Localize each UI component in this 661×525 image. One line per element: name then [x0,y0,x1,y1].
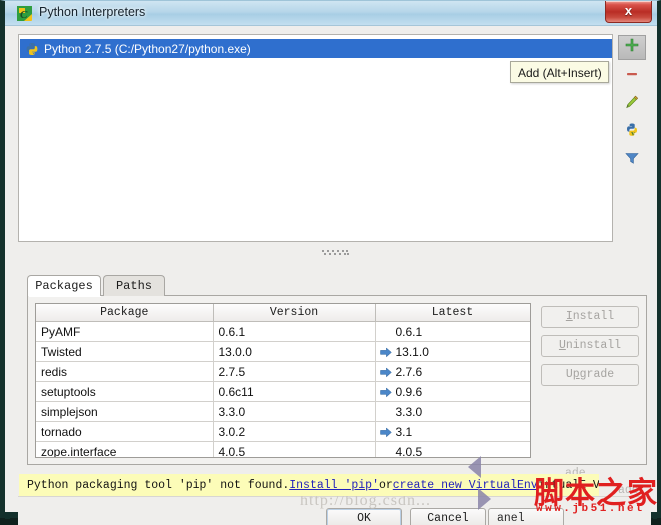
cell-package: zope.interface [36,442,213,459]
dialog-button-bar: OK Cancel anel [18,496,651,525]
install-button[interactable]: Install [541,306,639,328]
table-row[interactable]: redis2.7.5 2.7.6 [36,362,530,382]
cell-latest: 3.3.0 [375,402,530,422]
cancel-button[interactable]: Cancel [410,508,486,525]
upgrade-label-rest: grade [580,368,615,381]
table-row[interactable]: Twisted13.0.0 13.1.0 [36,342,530,362]
uninstall-label-rest: ninstall [566,339,621,352]
upgrade-button[interactable]: Upgrade [541,364,639,386]
table-row[interactable]: zope.interface4.0.54.0.5 [36,442,530,459]
upgrade-label-pre: U [566,368,573,381]
cell-latest: 4.0.5 [375,442,530,459]
cell-version: 0.6c11 [213,382,375,402]
python-icon [25,42,39,56]
list-item[interactable]: Python 2.7.5 (C:/Python27/python.exe) [20,39,613,58]
upgrade-arrow-icon [380,387,392,398]
latest-version-label: 0.6.1 [396,325,423,339]
packages-table-body: PyAMF0.6.10.6.1Twisted13.0.013.1.0redis2… [36,322,530,459]
cell-latest: 0.6.1 [375,322,530,342]
table-row[interactable]: simplejson3.3.03.3.0 [36,402,530,422]
table-row[interactable]: tornado3.0.2 3.1 [36,422,530,442]
create-virtualenv-button[interactable]: v [618,120,646,145]
ok-button[interactable]: OK [326,508,402,525]
cell-version: 13.0.0 [213,342,375,362]
uninstall-mnemonic: U [559,339,566,352]
svg-text:v: v [631,130,635,138]
minus-icon [624,66,640,87]
title-bar[interactable]: C Python Interpreters x [5,1,657,26]
warning-artifact-tail: irtualE VirtualE [538,479,599,492]
plus-icon [624,37,640,58]
tab-paths[interactable]: Paths [103,275,165,296]
cell-package: redis [36,362,213,382]
tab-strip: Packages Paths [27,275,647,296]
funnel-icon [624,150,640,171]
splitter[interactable] [18,246,651,258]
latest-version-label: 3.1 [396,425,413,439]
cell-latest: 0.9.6 [375,382,530,402]
upgrade-arrow-icon [380,367,392,378]
pencil-icon [624,94,640,115]
add-interpreter-button[interactable] [618,35,646,60]
cell-package: Twisted [36,342,213,362]
warning-middle: or [379,479,393,492]
cell-package: setuptools [36,382,213,402]
latest-version-label: 3.3.0 [396,405,423,419]
cell-package: tornado [36,422,213,442]
warning-message: Python packaging tool 'pip' not found. [27,479,289,492]
window-title: Python Interpreters [39,5,145,19]
cell-version: 2.7.5 [213,362,375,382]
column-header-latest[interactable]: Latest [375,304,530,322]
cell-version: 3.3.0 [213,402,375,422]
latest-version-label: 2.7.6 [396,365,423,379]
cell-version: 3.0.2 [213,422,375,442]
svg-text:C: C [20,9,28,21]
column-header-package[interactable]: Package [36,304,213,322]
cell-package: PyAMF [36,322,213,342]
table-row[interactable]: setuptools0.6c11 0.9.6 [36,382,530,402]
uninstall-button[interactable]: Uninstall [541,335,639,357]
cell-package: simplejson [36,402,213,422]
dialog-body: Python 2.7.5 (C:/Python27/python.exe) [5,26,657,512]
column-header-version[interactable]: Version [213,304,375,322]
cancel-button-artifact[interactable]: anel [488,508,564,525]
cell-latest: 2.7.6 [375,362,530,382]
screenshot-root: C Python Interpreters x Python 2.7.5 (C:… [0,0,661,525]
packages-table-container[interactable]: Package Version Latest PyAMF0.6.10.6.1Tw… [35,303,531,458]
edit-interpreter-button[interactable] [618,92,646,117]
close-icon: x [606,1,651,22]
install-label-rest: nstall [573,310,614,323]
cell-latest: 13.1.0 [375,342,530,362]
upgrade-arrow-icon [380,427,392,438]
cell-latest: 3.1 [375,422,530,442]
cell-version: 4.0.5 [213,442,375,459]
tooltip: Add (Alt+Insert) [510,61,609,83]
remove-interpreter-button[interactable] [618,64,646,89]
packages-table: Package Version Latest PyAMF0.6.10.6.1Tw… [36,304,531,458]
latest-version-label: 4.0.5 [396,445,423,459]
tab-seam [29,296,101,297]
cell-version: 0.6.1 [213,322,375,342]
close-button[interactable]: x [605,1,652,23]
install-mnemonic: I [566,310,573,323]
filter-button[interactable] [618,148,646,173]
table-header-row: Package Version Latest [36,304,530,322]
latest-version-label: 0.9.6 [396,385,423,399]
latest-version-label: 13.1.0 [396,345,429,359]
interpreter-label: Python 2.7.5 (C:/Python27/python.exe) [44,42,251,56]
python-venv-icon: v [624,122,640,143]
pycharm-icon: C [16,5,33,22]
install-pip-link[interactable]: Install 'pip' [289,479,379,492]
table-row[interactable]: PyAMF0.6.10.6.1 [36,322,530,342]
create-virtualenv-link[interactable]: create new VirtualEnv [393,479,538,492]
upgrade-mnemonic: p [573,368,580,381]
splitter-grip [322,250,348,255]
warning-bar: Python packaging tool 'pip' not found. I… [19,474,599,496]
upgrade-arrow-icon [380,347,392,358]
tab-packages[interactable]: Packages [27,275,101,296]
packages-panel: Package Version Latest PyAMF0.6.10.6.1Tw… [27,295,647,465]
interpreter-toolbar: v [615,34,651,242]
